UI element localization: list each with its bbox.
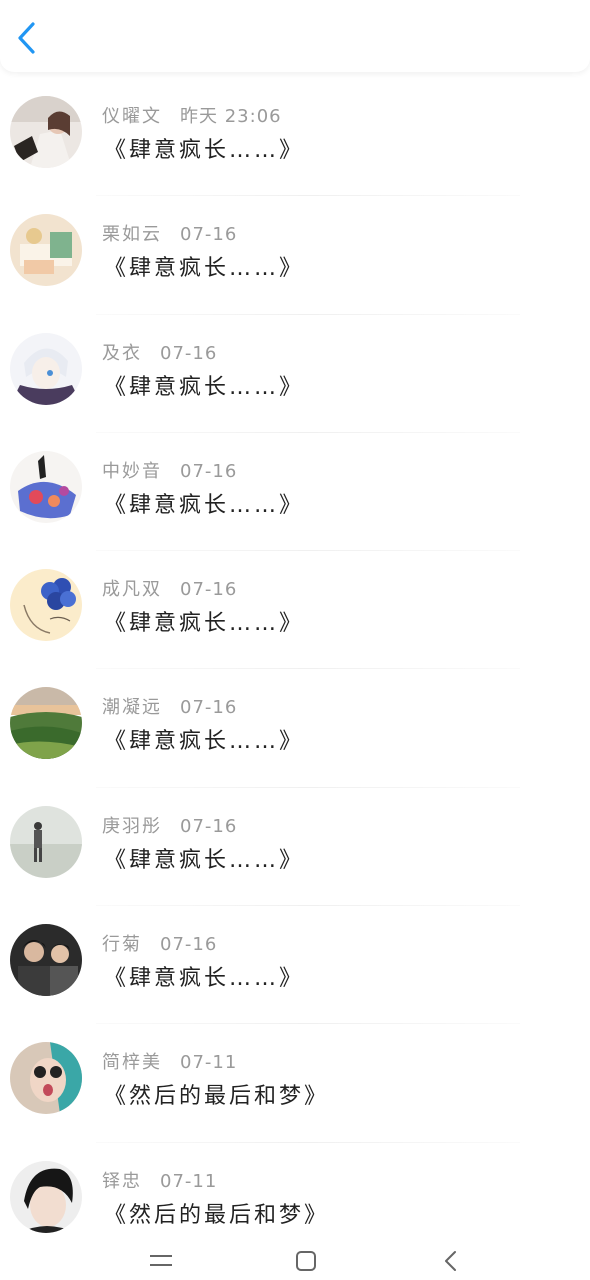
message-preview: 《肆意疯长……》 (104, 966, 305, 992)
contact-name: 庚羽彤 (102, 815, 162, 837)
contact-name: 成凡双 (102, 579, 162, 601)
nav-back-button[interactable] (431, 1246, 471, 1276)
conversation-meta: 简梓美 07-11 (102, 1048, 237, 1074)
dark-hair-boy-avatar (10, 1160, 82, 1233)
home-button[interactable] (286, 1246, 326, 1276)
message-preview: 《然后的最后和梦》 (104, 1202, 330, 1228)
message-time: 07-16 (180, 815, 238, 837)
landscape-avatar (10, 687, 82, 760)
back-button[interactable] (8, 18, 44, 58)
conversation-item[interactable]: 行菊 07-16 《肆意疯长……》 (0, 906, 590, 1025)
message-preview: 《肆意疯长……》 (104, 729, 305, 755)
conversation-meta: 仪曜文 昨天 23:06 (102, 102, 282, 128)
message-time: 07-16 (180, 460, 238, 482)
conversation-meta: 铎忠 07-11 (102, 1167, 217, 1193)
conversation-meta: 庚羽彤 07-16 (102, 812, 237, 838)
conversation-meta: 中妙音 07-16 (102, 457, 237, 483)
conversation-item[interactable]: 及衣 07-16 《肆意疯长……》 (0, 315, 590, 433)
conversation-meta: 行菊 07-16 (102, 930, 217, 956)
conversation-meta: 及衣 07-16 (102, 339, 217, 365)
conversation-item[interactable]: 中妙音 07-16 《肆意疯长……》 (0, 433, 590, 552)
anime-boy-avatar (10, 332, 82, 405)
conversation-meta: 潮凝远 07-16 (102, 693, 237, 719)
chevron-left-icon (18, 22, 35, 54)
message-preview: 《肆意疯长……》 (104, 847, 305, 873)
message-preview: 《肆意疯长……》 (104, 374, 305, 400)
still-life-avatar (10, 214, 82, 287)
message-preview: 《肆意疯长……》 (104, 611, 305, 637)
contact-name: 栗如云 (102, 224, 162, 246)
menu-icon (150, 1255, 172, 1266)
conversation-item[interactable]: 仪曜文 昨天 23:06 《肆意疯长……》 (0, 78, 590, 197)
conversation-item[interactable]: 栗如云 07-16 《肆意疯长……》 (0, 196, 590, 315)
conversation-item[interactable]: 简梓美 07-11 《然后的最后和梦》 (0, 1024, 590, 1143)
girl-photo-avatar (10, 96, 82, 168)
contact-name: 简梓美 (102, 1052, 162, 1074)
contact-name: 及衣 (102, 342, 142, 364)
message-time: 07-16 (160, 342, 218, 364)
sunglasses-girl-avatar (10, 1042, 82, 1115)
conversation-meta: 栗如云 07-16 (102, 220, 237, 246)
menu-button[interactable] (141, 1246, 181, 1276)
message-preview: 《肆意疯长……》 (104, 138, 305, 163)
conversation-meta: 成凡双 07-16 (102, 575, 237, 601)
conversation-item[interactable]: 成凡双 07-16 《肆意疯长……》 (0, 551, 590, 670)
conversation-list: 仪曜文昨天 23:06 《肆意疯长……》 栗如云 07-16 《肆意疯长……》 (0, 78, 590, 1261)
contact-name: 仪曜文 (102, 106, 162, 127)
contact-name: 中妙音 (102, 460, 162, 482)
beach-person-avatar (10, 805, 82, 878)
message-time: 07-16 (180, 224, 238, 246)
conversation-item[interactable]: 庚羽彤 07-16 《肆意疯长……》 (0, 788, 590, 907)
message-time: 07-11 (180, 1052, 238, 1074)
message-time: 07-16 (160, 934, 218, 956)
message-preview: 《肆意疯长……》 (104, 492, 305, 518)
header-bar (0, 0, 590, 72)
home-icon (296, 1251, 316, 1271)
contact-name: 行菊 (102, 934, 142, 956)
blue-flower-avatar (10, 569, 82, 642)
conversation-item[interactable]: 潮凝远 07-16 《肆意疯长……》 (0, 669, 590, 788)
two-boys-avatar (10, 924, 82, 997)
message-time: 07-11 (160, 1170, 218, 1192)
message-time: 昨天 23:06 (180, 106, 282, 127)
contact-name: 潮凝远 (102, 697, 162, 719)
message-time: 07-16 (180, 697, 238, 719)
ethnic-art-avatar (10, 450, 82, 523)
system-nav-bar (0, 1238, 590, 1280)
message-time: 07-16 (180, 579, 238, 601)
message-preview: 《肆意疯长……》 (104, 256, 305, 282)
message-preview: 《然后的最后和梦》 (104, 1084, 330, 1110)
back-icon (445, 1251, 456, 1271)
contact-name: 铎忠 (102, 1170, 142, 1192)
